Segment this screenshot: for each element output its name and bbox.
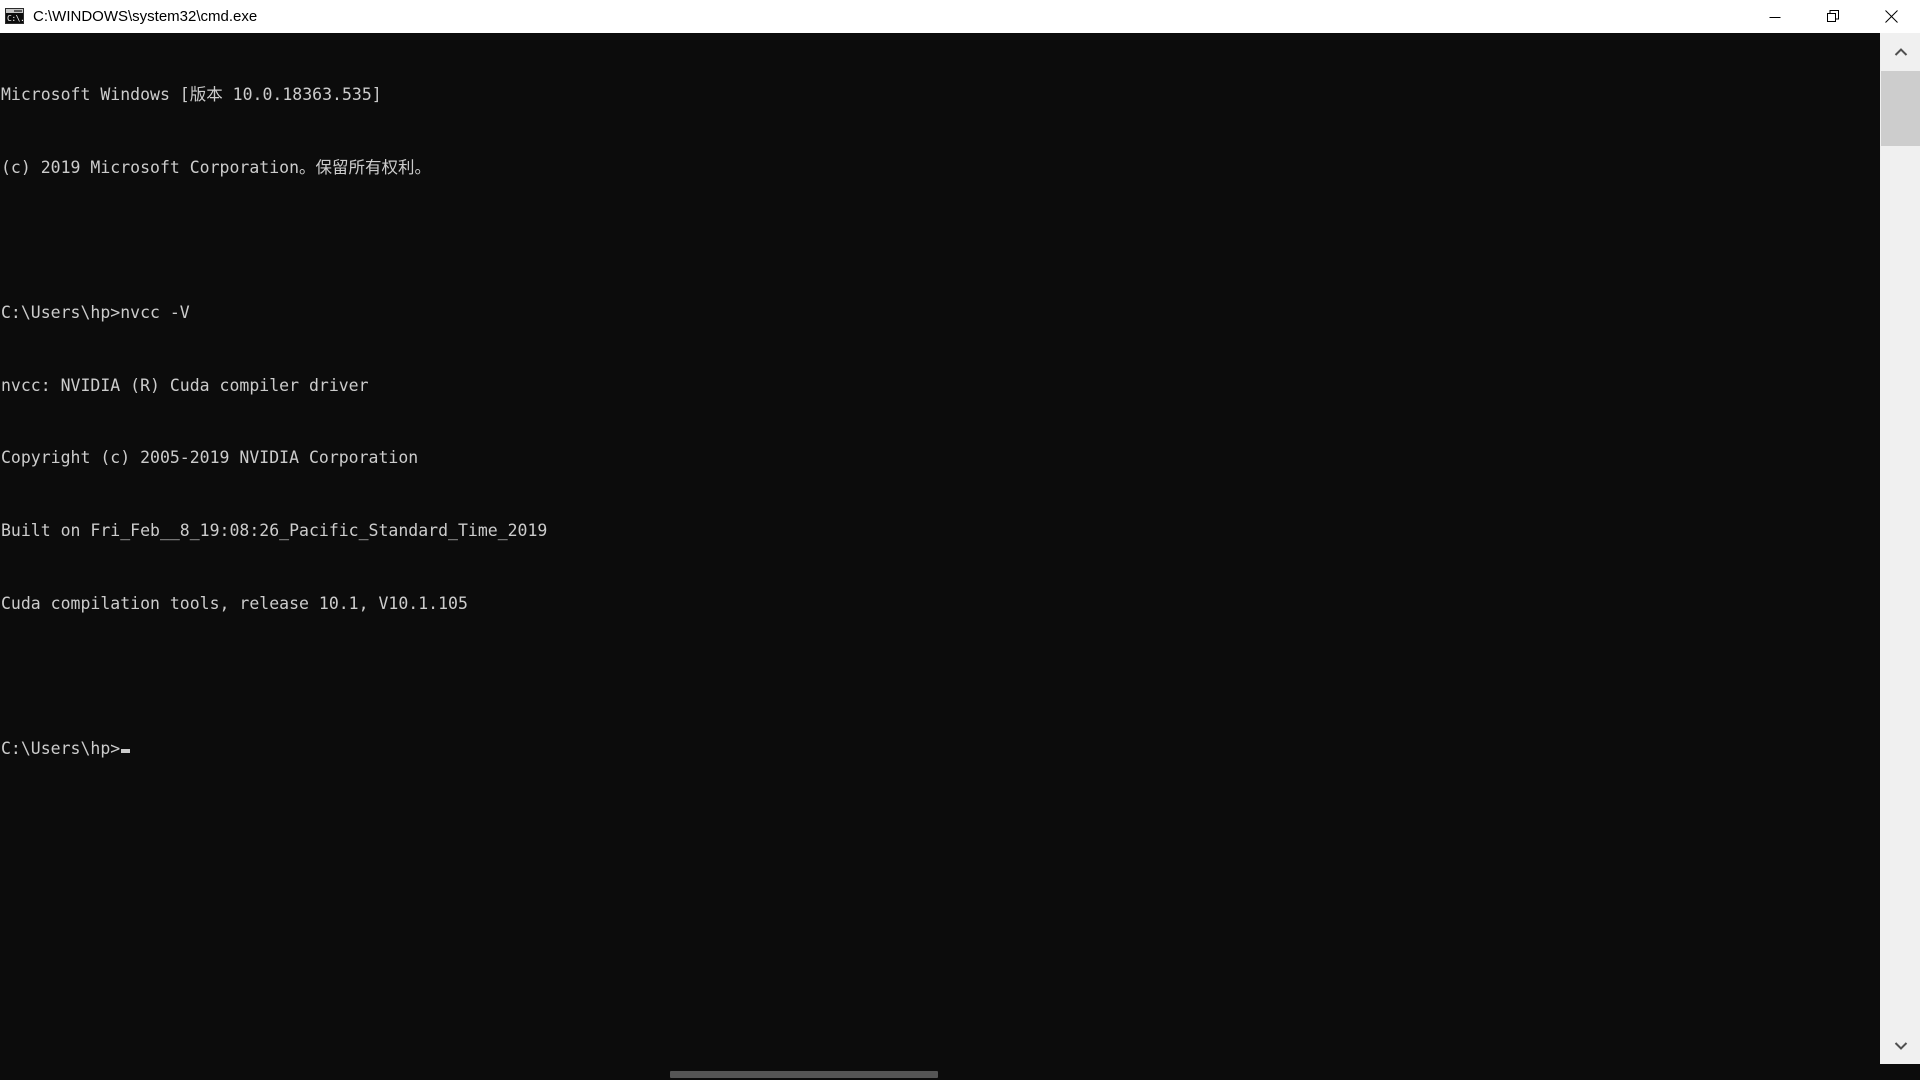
restore-icon (1827, 10, 1840, 23)
window-body: Microsoft Windows [版本 10.0.18363.535] (c… (0, 33, 1920, 1064)
horizontal-scroll-thumb[interactable] (670, 1071, 938, 1078)
scroll-up-button[interactable] (1881, 33, 1920, 71)
cmd-app-icon: C:\. (5, 8, 24, 24)
minimize-icon (1769, 11, 1781, 23)
title-bar-left: C:\. C:\WINDOWS\system32\cmd.exe (0, 0, 1746, 32)
console-text: Microsoft Windows [版本 10.0.18363.535] (c… (0, 33, 1880, 809)
minimize-button[interactable] (1746, 0, 1804, 33)
console-line-blank (1, 664, 1880, 688)
cmd-icon-label: C:\. (7, 13, 24, 24)
console-line: Built on Fri_Feb__8_19:08:26_Pacific_Sta… (1, 519, 1880, 543)
console-line-blank (1, 229, 1880, 253)
console-line: Cuda compilation tools, release 10.1, V1… (1, 592, 1880, 616)
vertical-scroll-track[interactable] (1881, 71, 1920, 1026)
window-title: C:\WINDOWS\system32\cmd.exe (33, 0, 257, 33)
restore-button[interactable] (1804, 0, 1862, 33)
scroll-down-button[interactable] (1881, 1026, 1920, 1064)
chevron-down-icon (1894, 1041, 1908, 1050)
window-controls (1746, 0, 1920, 32)
scrollbar-corner (1880, 1064, 1920, 1080)
console-prompt: C:\Users\hp> (1, 739, 120, 758)
title-bar[interactable]: C:\. C:\WINDOWS\system32\cmd.exe (0, 0, 1920, 33)
console-line: nvcc: NVIDIA (R) Cuda compiler driver (1, 374, 1880, 398)
close-icon (1885, 10, 1898, 23)
chevron-up-icon (1894, 48, 1908, 57)
console-cursor (121, 749, 130, 753)
horizontal-scrollbar[interactable] (0, 1064, 1920, 1080)
close-button[interactable] (1862, 0, 1920, 33)
vertical-scrollbar[interactable] (1880, 33, 1920, 1064)
cmd-window: C:\. C:\WINDOWS\system32\cmd.exe (0, 0, 1920, 1080)
console-line: Copyright (c) 2005-2019 NVIDIA Corporati… (1, 446, 1880, 470)
console-line-command: C:\Users\hp>nvcc -V (1, 301, 1880, 325)
console-output-area[interactable]: Microsoft Windows [版本 10.0.18363.535] (c… (0, 33, 1880, 1064)
console-prompt-line: C:\Users\hp> (1, 737, 1880, 761)
console-line: Microsoft Windows [版本 10.0.18363.535] (1, 83, 1880, 107)
vertical-scroll-thumb[interactable] (1881, 71, 1920, 146)
console-line: (c) 2019 Microsoft Corporation。保留所有权利。 (1, 156, 1880, 180)
